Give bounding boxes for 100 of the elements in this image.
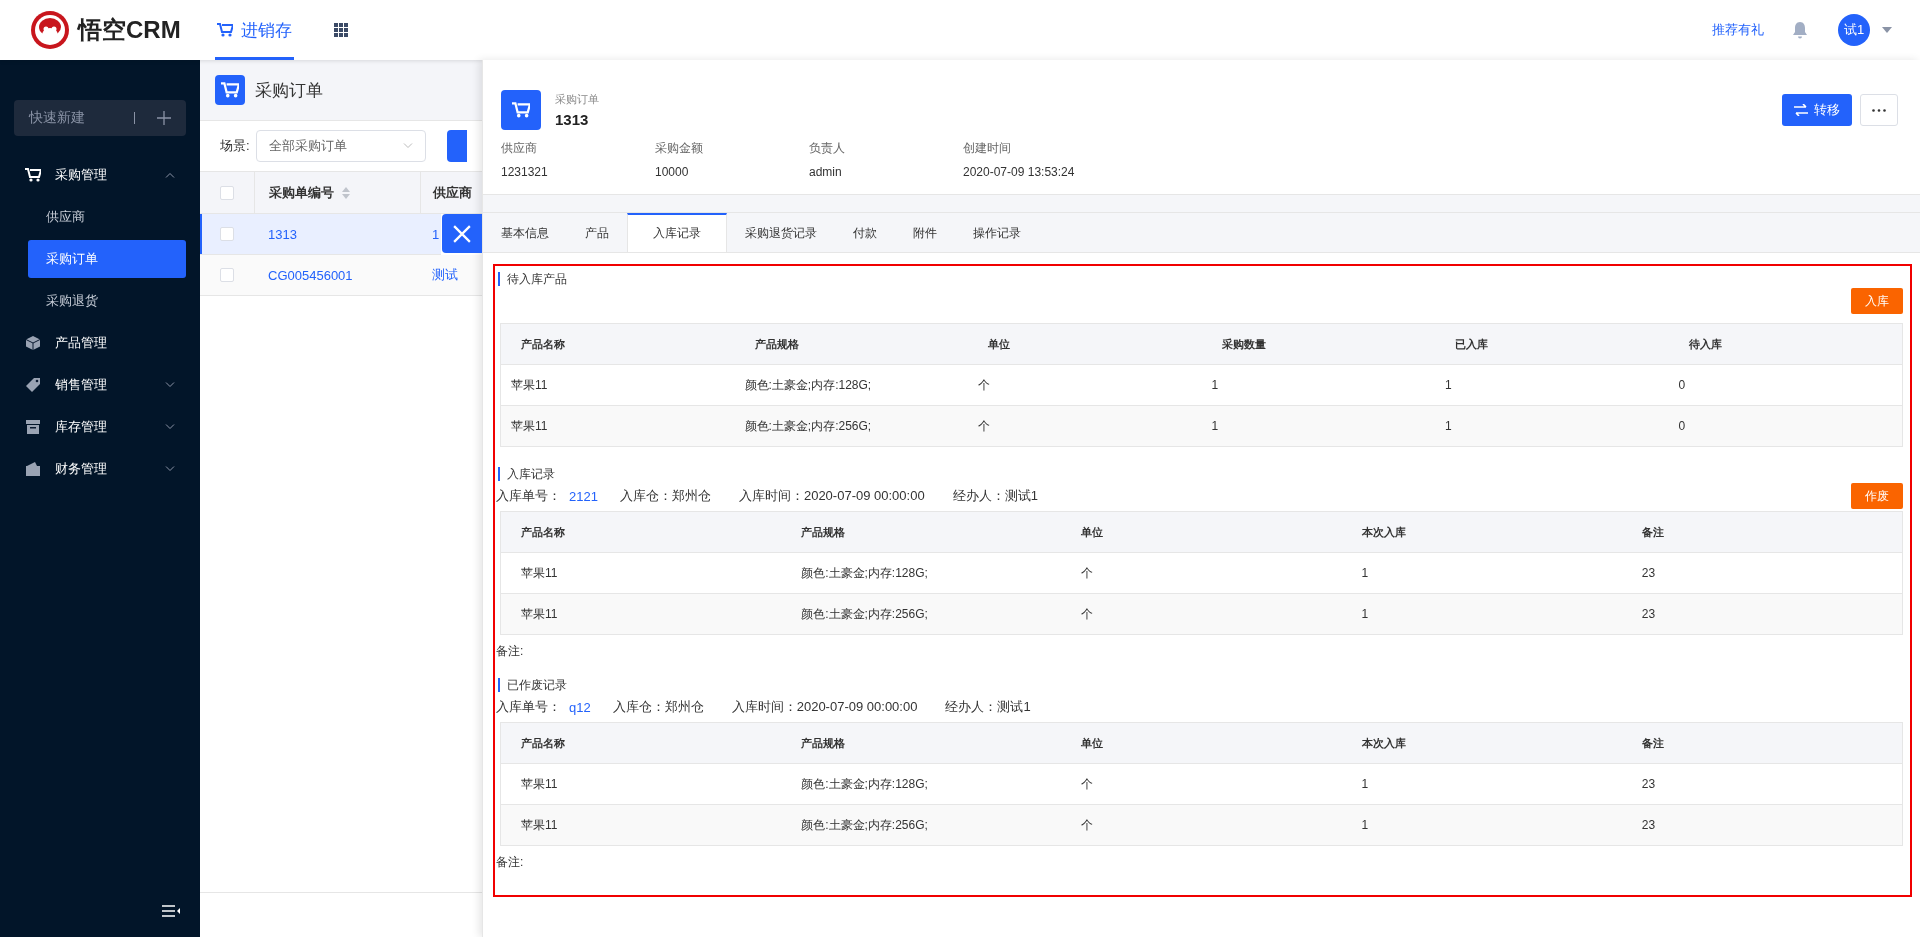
column-header: 本次入库 [1360, 524, 1407, 540]
table-cell-text: 1 [1360, 607, 1370, 621]
column-header: 待入库 [1687, 336, 1723, 352]
column-header: 产品名称 [520, 735, 566, 751]
referral-link[interactable]: 推荐有礼 [1712, 21, 1764, 39]
cart-icon [25, 168, 41, 182]
scene-label: 场景: [220, 137, 250, 155]
table-cell-text: 23 [1640, 607, 1657, 621]
page-title: 采购订单 [255, 79, 323, 102]
tab[interactable]: 操作记录 [955, 213, 1039, 252]
tab[interactable]: 附件 [895, 213, 955, 252]
apps-grid-icon[interactable] [334, 23, 348, 37]
chevron-icon [402, 143, 413, 149]
column-header: 单位 [987, 336, 1011, 352]
receipt-number-link[interactable]: 2121 [569, 488, 598, 504]
sidebar-menu-item[interactable]: 库存管理 [0, 406, 200, 448]
user-avatar[interactable]: 试1 [1838, 14, 1870, 46]
checkbox[interactable] [220, 268, 234, 282]
table-cell-text: 颜色:土豪金;内存:256G; [800, 605, 929, 623]
tab[interactable]: 采购退货记录 [727, 213, 835, 252]
swap-arrows-icon [1794, 104, 1808, 116]
sort-icon[interactable] [342, 186, 350, 199]
table-cell-text: 个 [1080, 816, 1095, 834]
info-text: 经办人：测试1 [945, 698, 1031, 716]
table-cell-text: 1 [1444, 378, 1453, 392]
sidebar-menu-item[interactable]: 财务管理 [0, 448, 200, 490]
field-value: 10000 [655, 165, 690, 179]
info-label: 入库单号： [496, 487, 561, 505]
tag-icon [25, 377, 41, 393]
supplier-link[interactable]: 1 [432, 226, 440, 242]
quick-create-button[interactable]: 快速新建 [14, 100, 186, 136]
notification-bell-icon[interactable] [1792, 21, 1808, 39]
table-row[interactable]: CG005456001 测试 [200, 255, 482, 296]
table-cell-text: 个 [1080, 605, 1095, 623]
info-text: 入库仓：郑州仓 [612, 698, 704, 716]
cart-icon [217, 23, 233, 37]
table-cell-text: 23 [1640, 777, 1657, 791]
toolbar-button[interactable] [446, 130, 467, 162]
sidebar-menu-item[interactable]: 采购管理 [0, 154, 200, 196]
table-cell-text: 个 [977, 376, 991, 394]
table-cell-text: 颜色:土豪金;内存:256G; [800, 816, 929, 834]
field-value: admin [809, 165, 843, 179]
section-title: 入库记录 [498, 467, 1903, 481]
checkbox[interactable] [220, 227, 234, 241]
column-header: 产品名称 [520, 524, 566, 540]
more-dots-icon [1872, 108, 1886, 112]
more-button[interactable] [1860, 94, 1898, 126]
remark-text: 备注: [496, 643, 525, 660]
table-cell-text: 颜色:土豪金;内存:256G; [743, 417, 873, 435]
collapse-menu-icon[interactable] [162, 905, 180, 917]
table-cell-text: 个 [977, 417, 991, 435]
sidebar-subitem[interactable]: 供应商 [28, 198, 186, 236]
table-cell-text: 1 [1210, 419, 1220, 433]
column-header: 本次入库 [1360, 735, 1407, 751]
order-link[interactable]: 1313 [268, 226, 297, 242]
column-header: 已入库 [1454, 336, 1489, 352]
table-cell-text: 0 [1677, 419, 1687, 433]
supplier-link[interactable]: 测试 [432, 266, 458, 284]
table-cell-text: 1 [1360, 818, 1370, 832]
tab[interactable]: 基本信息 [483, 213, 567, 252]
sidebar-menu-item[interactable]: 产品管理 [0, 322, 200, 364]
table-cell-text: 个 [1080, 775, 1095, 793]
column-header[interactable]: 供应商 [433, 183, 472, 202]
sidebar-menu-item[interactable]: 销售管理 [0, 364, 200, 406]
info-text: 经办人：测试1 [952, 487, 1038, 505]
sidebar-subitem[interactable]: 采购退货 [28, 282, 186, 320]
table-cell-text: 颜色:土豪金;内存:128G; [743, 376, 873, 394]
scene-select[interactable]: 全部采购订单 [255, 130, 426, 162]
table-cell-text: 1 [1210, 378, 1220, 392]
field-label: 创建时间 [963, 140, 1012, 157]
column-header: 单位 [1080, 735, 1105, 751]
brand-name: 悟空CRM [78, 15, 181, 45]
column-header: 产品规格 [753, 336, 800, 352]
checkbox[interactable] [220, 185, 234, 200]
cart-icon [215, 75, 245, 105]
info-text: 入库仓：郑州仓 [619, 487, 711, 505]
table-cell-text: 1 [1360, 566, 1370, 580]
table-cell-text: 苹果11 [510, 376, 549, 394]
tab[interactable]: 入库记录 [627, 213, 727, 252]
order-link[interactable]: CG005456001 [268, 267, 353, 283]
tab[interactable]: 产品 [567, 213, 627, 252]
receipt-number-link[interactable]: q12 [569, 699, 591, 715]
caret-icon[interactable] [1882, 27, 1892, 33]
table-cell-text: 0 [1677, 378, 1687, 392]
plus-icon [157, 111, 171, 125]
record-title: 1313 [555, 111, 590, 128]
transfer-button[interactable]: 转移 [1782, 94, 1852, 126]
close-button[interactable] [442, 214, 482, 253]
column-header: 备注 [1640, 524, 1665, 540]
table-row[interactable]: 1313 1 [200, 214, 441, 255]
cube-icon [25, 335, 41, 351]
field-label: 负责人 [809, 140, 846, 157]
sidebar-subitem[interactable]: 采购订单 [28, 240, 186, 278]
table-cell-text: 颜色:土豪金;内存:128G; [800, 564, 929, 582]
column-header[interactable]: 采购单编号 [269, 183, 334, 202]
column-header: 采购数量 [1220, 336, 1267, 352]
record-type: 采购订单 [555, 92, 599, 107]
table-cell-text: 23 [1640, 566, 1657, 580]
tab[interactable]: 付款 [835, 213, 895, 252]
column-header: 产品规格 [800, 735, 847, 751]
